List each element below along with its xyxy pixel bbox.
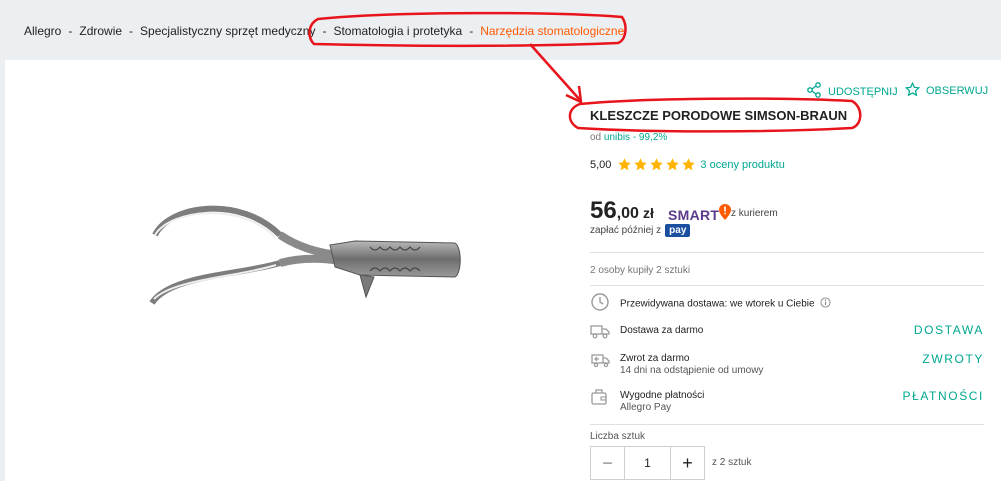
breadcrumb-separator: - bbox=[129, 24, 134, 38]
price-currency: zł bbox=[642, 205, 654, 221]
rating-count-link[interactable]: 3 oceny produktu bbox=[700, 159, 784, 171]
star-icon bbox=[650, 158, 664, 171]
quantity-input[interactable]: 1 bbox=[624, 447, 671, 479]
divider bbox=[590, 252, 984, 253]
seller-info: od unibis - 99,2% bbox=[590, 132, 667, 143]
price-integer: 56 bbox=[590, 197, 617, 224]
breadcrumb-item-zdrowie[interactable]: Zdrowie bbox=[79, 24, 122, 38]
payments-row: Wygodne płatności Allegro Pay PŁATNOŚCI bbox=[590, 387, 984, 419]
returns-link[interactable]: ZWROTY bbox=[922, 352, 984, 366]
smart-courier-text: z kurierem bbox=[731, 208, 778, 219]
share-icon bbox=[806, 82, 822, 101]
seller-prefix: od bbox=[590, 132, 602, 143]
product-title: KLESZCZE PORODOWE SIMSON-BRAUN bbox=[590, 108, 848, 123]
clock-icon bbox=[590, 292, 610, 312]
observe-button[interactable]: OBSERWUJ bbox=[904, 81, 989, 100]
payments-text: Wygodne płatności bbox=[620, 390, 705, 401]
smart-label: SMART bbox=[668, 206, 720, 223]
share-label: UDOSTĘPNIJ bbox=[828, 85, 898, 98]
payments-note: Allegro Pay bbox=[620, 402, 672, 413]
star-icon bbox=[682, 158, 696, 171]
breadcrumb-separator: - bbox=[322, 24, 327, 38]
truck-icon bbox=[590, 321, 610, 341]
breadcrumb: Allegro - Zdrowie - Specjalistyczny sprz… bbox=[0, 0, 1001, 60]
breadcrumb-item-narzedzia[interactable]: Narzędzia stomatologiczne bbox=[480, 24, 624, 38]
return-icon bbox=[590, 350, 610, 370]
pay-later: zapłać później z pay bbox=[590, 224, 691, 237]
breadcrumb-separator: - bbox=[68, 24, 73, 38]
delivery-row: Dostawa za darmo DOSTAWA bbox=[590, 321, 984, 353]
rating-stars bbox=[617, 157, 696, 172]
breadcrumb-list: Allegro - Zdrowie - Specjalistyczny sprz… bbox=[24, 24, 624, 38]
smart-pin-icon bbox=[719, 204, 732, 225]
info-icon[interactable] bbox=[820, 297, 831, 311]
share-button[interactable]: UDOSTĘPNIJ bbox=[806, 82, 898, 101]
smart-badge: SMART bbox=[668, 204, 732, 225]
star-outline-icon bbox=[904, 81, 921, 100]
delivery-estimate-text: Przewidywana dostawa: we wtorek u Ciebie bbox=[620, 297, 831, 311]
divider bbox=[590, 424, 984, 425]
pay-later-text: zapłać później z bbox=[590, 225, 662, 236]
breadcrumb-item-sprzet-medyczny[interactable]: Specjalistyczny sprzęt medyczny bbox=[140, 24, 315, 38]
price-decimal: ,00 bbox=[616, 205, 639, 222]
quantity-available: z 2 sztuk bbox=[712, 457, 752, 468]
wallet-icon bbox=[590, 387, 610, 407]
bought-count: 2 osoby kupiły 2 sztuki bbox=[590, 265, 691, 276]
free-return-text: Zwrot za darmo bbox=[620, 353, 690, 364]
breadcrumb-separator: - bbox=[469, 24, 474, 38]
breadcrumb-item-allegro[interactable]: Allegro bbox=[24, 24, 61, 38]
return-row: Zwrot za darmo 14 dni na odstąpienie od … bbox=[590, 350, 984, 382]
divider bbox=[590, 285, 984, 286]
free-delivery-text: Dostawa za darmo bbox=[620, 325, 704, 336]
price: 56 ,00 zł bbox=[590, 197, 654, 225]
quantity-increase-button[interactable]: + bbox=[671, 447, 704, 479]
star-icon bbox=[634, 158, 648, 171]
allegro-pay-badge[interactable]: pay bbox=[665, 224, 691, 237]
product-image[interactable] bbox=[130, 175, 470, 325]
rating-score: 5,00 bbox=[590, 158, 612, 171]
quantity-decrease-button[interactable]: − bbox=[591, 447, 624, 479]
quantity-stepper: − 1 + bbox=[590, 446, 705, 480]
delivery-estimate-label: Przewidywana dostawa: we wtorek u Ciebie bbox=[620, 298, 815, 310]
quantity-label: Liczba sztuk bbox=[590, 431, 646, 442]
observe-label: OBSERWUJ bbox=[926, 85, 989, 97]
product-rating: 5,00 3 oceny produktu bbox=[590, 157, 785, 172]
delivery-estimate-row: Przewidywana dostawa: we wtorek u Ciebie bbox=[590, 292, 984, 324]
delivery-link[interactable]: DOSTAWA bbox=[914, 323, 984, 337]
return-note: 14 dni na odstąpienie od umowy bbox=[620, 365, 764, 376]
star-icon bbox=[618, 158, 632, 171]
payments-link[interactable]: PŁATNOŚCI bbox=[902, 389, 984, 403]
breadcrumb-item-stomatologia[interactable]: Stomatologia i protetyka bbox=[333, 24, 462, 38]
seller-link[interactable]: unibis - 99,2% bbox=[604, 132, 667, 143]
star-icon bbox=[666, 158, 680, 171]
